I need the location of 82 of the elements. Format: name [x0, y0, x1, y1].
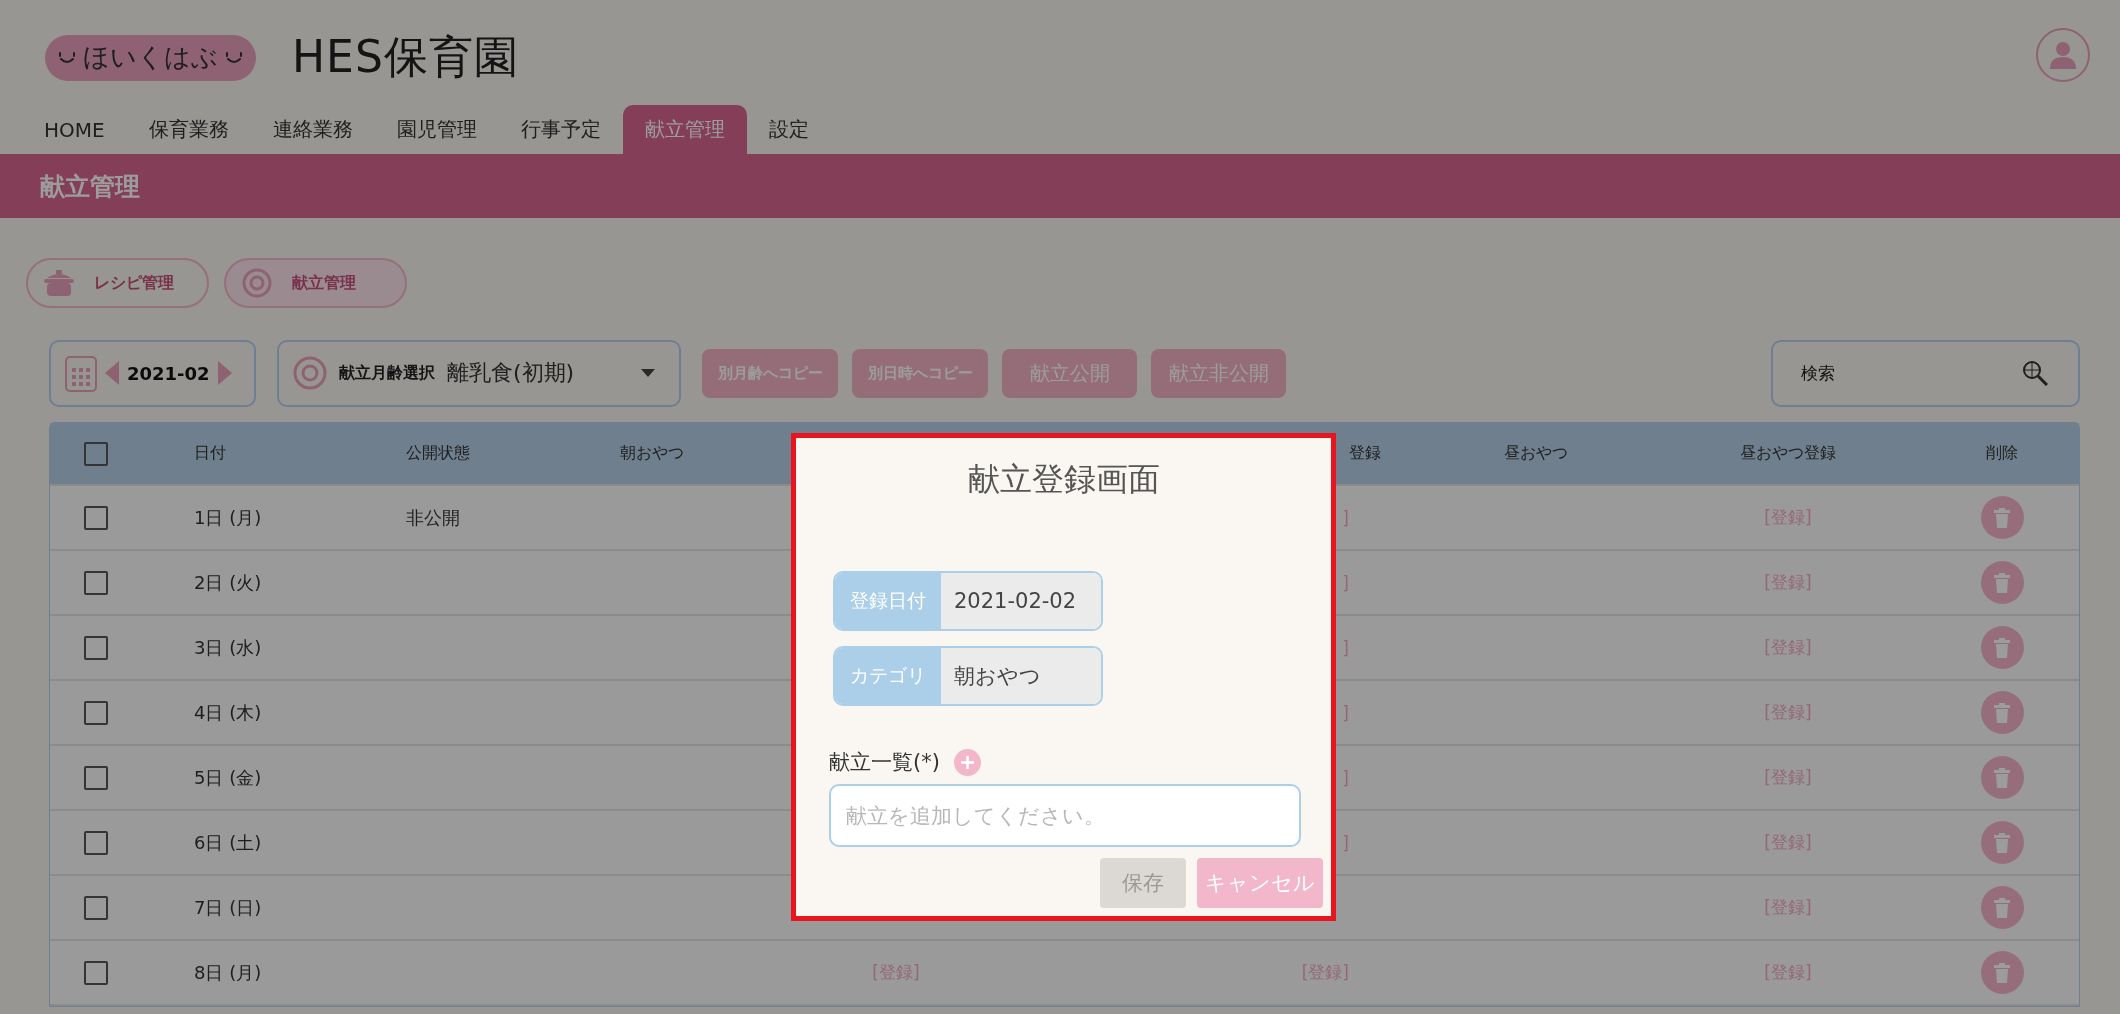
status-cell: 非公開 — [406, 505, 460, 530]
column-header: 登録 — [1349, 443, 1381, 464]
nav-tab[interactable]: 連絡業務 — [250, 105, 375, 154]
trash-icon — [1994, 702, 2010, 723]
date-cell: 5日 (金) — [194, 765, 262, 790]
date-cell: 2日 (火) — [194, 570, 262, 595]
dialog-title: 献立登録画面 — [966, 459, 1161, 500]
register-link[interactable]: ] — [1342, 637, 1349, 658]
age-select[interactable]: 献立月齢選択 離乳食(初期) — [277, 339, 681, 407]
logo[interactable]: ほいくはぶ — [45, 34, 256, 81]
register-link[interactable]: ] — [1342, 767, 1349, 788]
calendar-icon[interactable] — [65, 353, 97, 393]
month-picker[interactable]: 2021-02 — [49, 339, 256, 407]
plus-icon — [960, 755, 974, 769]
user-icon[interactable] — [2036, 28, 2090, 82]
sub-tab[interactable]: レシピ管理 — [26, 258, 209, 308]
list-label: 献立一覧(*) — [829, 749, 940, 776]
checkbox[interactable] — [83, 895, 108, 920]
checkbox[interactable] — [83, 960, 108, 985]
date-cell: 4日 (木) — [194, 700, 262, 725]
date-cell: 3日 (水) — [194, 635, 262, 660]
field-label: カテゴリ — [835, 648, 941, 704]
nav-tab[interactable]: 献立管理 — [622, 105, 747, 154]
page-title: 献立管理 — [40, 170, 140, 203]
register-link[interactable]: ] — [1342, 832, 1349, 853]
column-header: 削除 — [1986, 443, 2018, 464]
month-label: 2021-02 — [127, 362, 210, 384]
delete-button[interactable] — [1980, 756, 2024, 799]
field-value: 朝おやつ — [941, 648, 1101, 704]
date-cell: 8日 (月) — [194, 960, 262, 985]
checkbox[interactable] — [83, 505, 108, 530]
cancel-button[interactable]: キャンセル — [1197, 858, 1323, 908]
field-label: 登録日付 — [835, 573, 941, 629]
nav-tab[interactable]: 保育業務 — [126, 105, 251, 154]
column-header: 昼おやつ — [1504, 443, 1568, 464]
delete-button[interactable] — [1980, 821, 2024, 864]
register-link[interactable]: ] — [1342, 572, 1349, 593]
pot-icon — [44, 270, 74, 296]
delete-button[interactable] — [1980, 496, 2024, 539]
checkbox[interactable] — [83, 441, 108, 466]
register-link[interactable]: ] — [1342, 702, 1349, 723]
trash-icon — [1994, 767, 2010, 788]
delete-button[interactable] — [1980, 951, 2024, 994]
date-cell: 1日 (月) — [194, 505, 262, 530]
column-header: 日付 — [194, 443, 226, 464]
checkbox[interactable] — [83, 830, 108, 855]
nav-tab[interactable]: HOME — [22, 105, 127, 154]
column-header: 昼おやつ登録 — [1740, 443, 1836, 464]
checkbox[interactable] — [83, 570, 108, 595]
delete-button[interactable] — [1980, 691, 2024, 734]
trash-icon — [1994, 897, 2010, 918]
site-title: HES保育園 — [292, 30, 519, 84]
column-header: 公開状態 — [406, 443, 470, 464]
field-value: 2021-02-02 — [941, 573, 1101, 629]
register-link[interactable]: ] — [1342, 507, 1349, 528]
search-icon[interactable] — [2022, 360, 2048, 386]
menu-input-field[interactable]: 献立を追加してください。 — [829, 784, 1301, 847]
trash-icon — [1994, 507, 2010, 528]
delete-button[interactable] — [1980, 561, 2024, 604]
caret-icon — [641, 369, 655, 377]
checkbox[interactable] — [83, 635, 108, 660]
next-icon[interactable] — [217, 361, 232, 385]
nav-tab[interactable]: 設定 — [746, 105, 831, 154]
nav-tab[interactable]: 園児管理 — [374, 105, 499, 154]
delete-button[interactable] — [1980, 886, 2024, 929]
previous-icon[interactable] — [105, 361, 119, 385]
nav-tab[interactable]: 行事予定 — [498, 105, 623, 154]
trash-icon — [1994, 962, 2010, 983]
delete-button[interactable] — [1980, 626, 2024, 669]
smile-icon — [224, 50, 244, 65]
date-cell: 7日 (日) — [194, 895, 262, 920]
checkbox[interactable] — [83, 765, 108, 790]
trash-icon — [1994, 572, 2010, 593]
sub-tab[interactable]: 献立管理 — [224, 258, 407, 308]
column-header: 朝おやつ — [620, 443, 684, 464]
add-button[interactable] — [953, 748, 981, 776]
search-field[interactable]: 検索 — [1771, 339, 2080, 407]
trash-icon — [1994, 832, 2010, 853]
smile-icon — [57, 50, 77, 65]
date-cell: 6日 (土) — [194, 830, 262, 855]
trash-icon — [1994, 637, 2010, 658]
checkbox[interactable] — [83, 700, 108, 725]
